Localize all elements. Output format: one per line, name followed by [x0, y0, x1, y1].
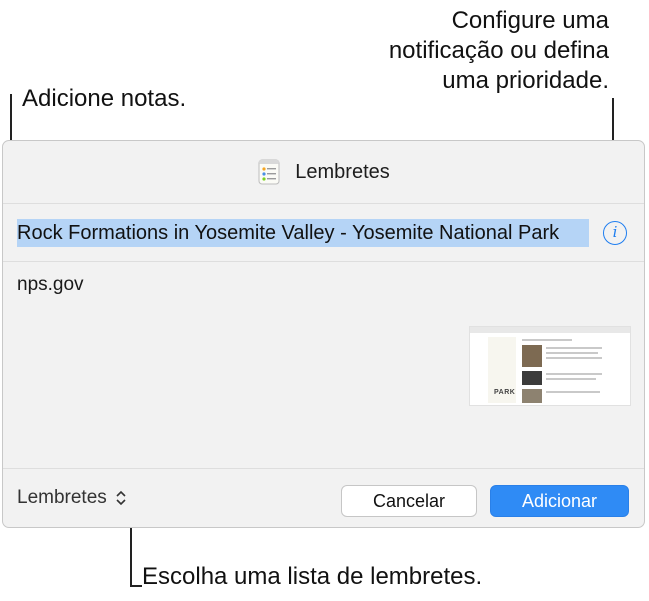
- notes-field[interactable]: nps.gov: [17, 274, 84, 296]
- up-down-chevron-icon: [115, 487, 127, 509]
- reminders-dialog: Lembretes Rock Formations in Yosemite Va…: [2, 140, 645, 528]
- list-selector-label: Lembretes: [17, 487, 107, 508]
- list-selector[interactable]: Lembretes: [17, 487, 127, 509]
- add-button[interactable]: Adicionar: [490, 485, 629, 517]
- reminder-title-field[interactable]: Rock Formations in Yosemite Valley - Yos…: [17, 219, 589, 247]
- leader-line-list: [130, 519, 132, 587]
- dialog-titlebar: Lembretes: [3, 141, 644, 203]
- dialog-title: Lembretes: [295, 160, 390, 183]
- reminder-title-row: Rock Formations in Yosemite Valley - Yos…: [3, 203, 644, 262]
- thumbnail-park-text: PARK: [494, 389, 516, 396]
- info-icon[interactable]: i: [603, 221, 627, 245]
- cancel-button[interactable]: Cancelar: [341, 485, 477, 517]
- callout-add-notes: Adicione notas.: [22, 85, 187, 112]
- dialog-footer: Lembretes Cancelar Adicionar: [3, 468, 644, 527]
- callout-line: uma prioridade.: [442, 67, 609, 94]
- callout-line: notificação ou defina: [388, 37, 609, 64]
- callout-notification-priority: Configure uma notificação ou defina uma …: [389, 6, 609, 96]
- webpage-thumbnail: PARK: [469, 326, 631, 406]
- callout-line: Configure uma: [451, 7, 609, 34]
- callout-choose-list: Escolha uma lista de lembretes.: [142, 563, 483, 590]
- reminders-app-icon: [257, 158, 281, 186]
- leader-line-list-tick: [130, 585, 142, 587]
